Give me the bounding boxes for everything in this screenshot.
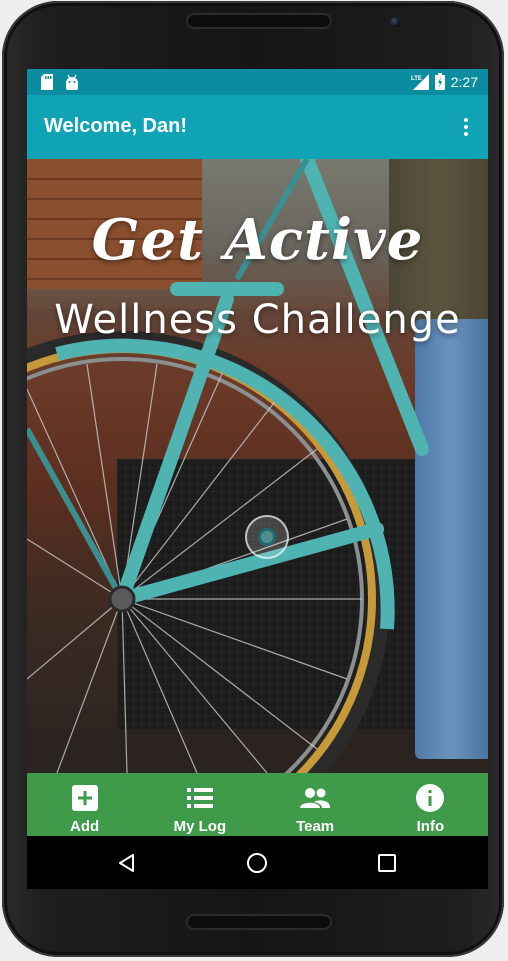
hero-title: Get Active <box>91 207 424 273</box>
nav-item-info[interactable]: Info <box>373 773 488 836</box>
screen: LTE 2:27 Welcome, Dan! Get Active Wellne… <box>27 69 488 889</box>
nav-label-team: Team <box>296 818 335 835</box>
add-box-icon <box>71 785 98 811</box>
sd-card-icon <box>41 74 53 90</box>
top-speaker <box>186 13 332 29</box>
bottom-nav: Add My Log Team Info <box>27 773 488 836</box>
info-icon <box>416 784 445 812</box>
android-icon <box>66 74 78 90</box>
bottom-speaker <box>186 914 332 930</box>
nav-item-team[interactable]: Team <box>258 773 373 836</box>
back-icon <box>119 853 134 872</box>
status-right-icons: LTE 2:27 <box>411 73 478 90</box>
nav-label-add: Add <box>70 818 100 835</box>
more-vert-icon[interactable] <box>458 115 474 139</box>
hero-image: Get Active Wellness Challenge <box>27 159 488 773</box>
app-title: Welcome, Dan! <box>44 115 187 137</box>
status-left-icons <box>41 74 79 90</box>
app-bar: Welcome, Dan! <box>27 95 488 159</box>
lte-label: LTE <box>411 76 422 82</box>
touch-indicator <box>245 515 289 559</box>
list-icon <box>186 788 213 808</box>
status-bar: LTE 2:27 <box>27 69 488 95</box>
system-nav-bar <box>27 836 488 889</box>
phone-frame: LTE 2:27 Welcome, Dan! Get Active Wellne… <box>2 1 504 957</box>
nav-item-my-log[interactable]: My Log <box>142 773 257 836</box>
hero-subtitle: Wellness Challenge <box>54 297 461 343</box>
status-time: 2:27 <box>450 73 478 90</box>
group-icon <box>300 788 331 808</box>
recents-button[interactable] <box>357 836 417 889</box>
battery-icon <box>434 73 445 90</box>
recents-icon <box>378 853 396 872</box>
nav-item-add[interactable]: Add <box>27 773 142 836</box>
back-button[interactable] <box>97 836 157 889</box>
lte-signal-icon: LTE <box>411 73 429 90</box>
home-icon <box>247 852 267 873</box>
home-button[interactable] <box>227 836 287 889</box>
nav-label-my-log: My Log <box>173 818 227 835</box>
front-camera <box>390 17 400 27</box>
nav-label-info: Info <box>416 818 445 835</box>
